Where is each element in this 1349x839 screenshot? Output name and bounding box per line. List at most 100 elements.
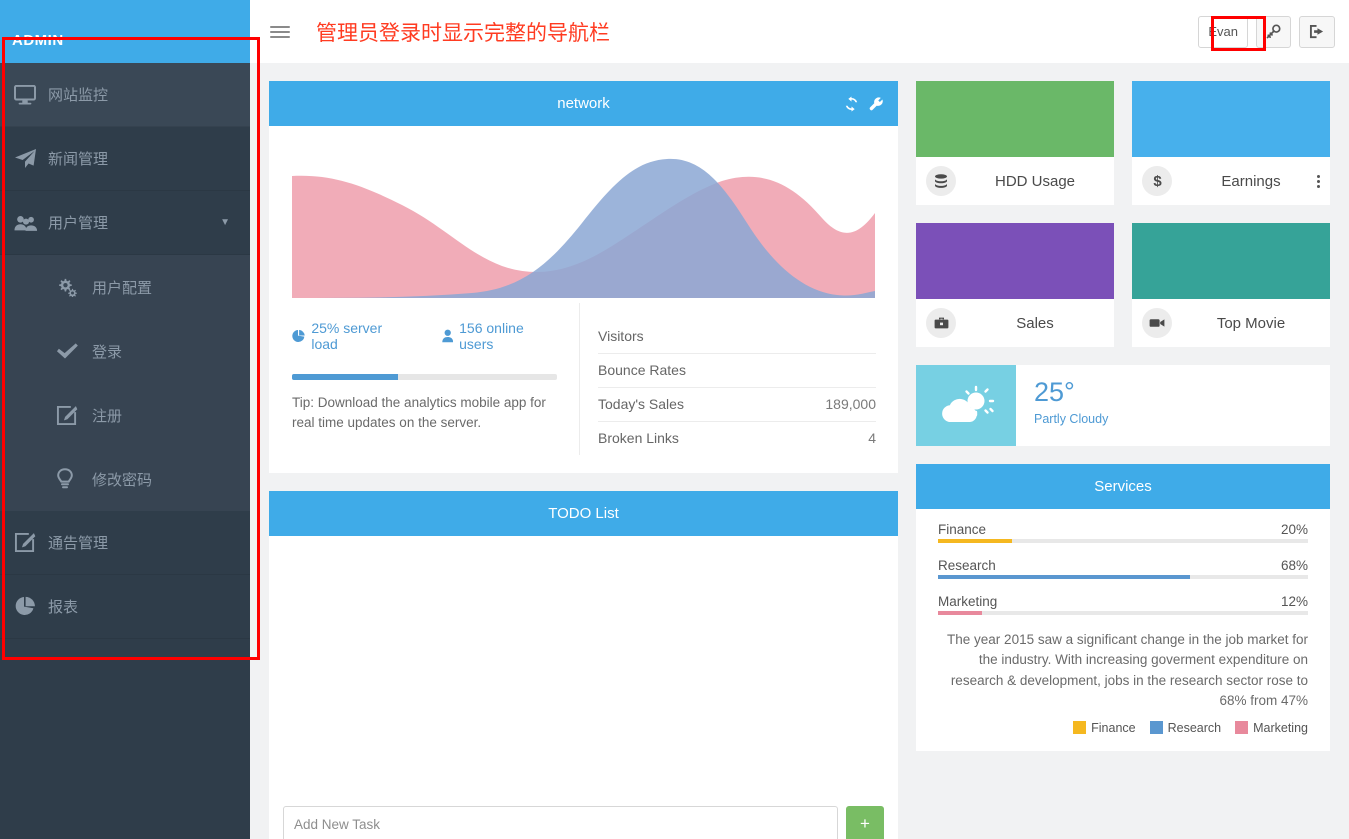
server-load-progress-fill <box>292 374 398 380</box>
network-stat-list: Visitors Bounce Rates Today's Sales 189, <box>598 320 876 455</box>
user-icon <box>441 329 453 343</box>
network-area-chart <box>292 158 875 298</box>
network-panel: network 25% server load 156 online users… <box>269 81 898 473</box>
server-load-label: 25% server load <box>311 320 383 352</box>
service-row-header: Finance 20% <box>938 522 1308 539</box>
sidebar-subnav-user-management: 用户配置 登录 注册 修改密码 <box>0 255 250 511</box>
sidebar: ADMIN 网站监控 新闻管理 用户管理 ▼ 用户配置 登录 注册 修改密码 通… <box>0 0 250 839</box>
services-panel-title: Services <box>1094 478 1152 495</box>
network-stats-right: Visitors Bounce Rates Today's Sales 189, <box>579 303 898 455</box>
network-stats-left: 25% server load 156 online users Tip: Do… <box>269 303 579 455</box>
sidebar-item-site-monitor[interactable]: 网站监控 <box>0 63 250 127</box>
sidebar-subitem-register[interactable]: 注册 <box>0 383 250 447</box>
service-label: Research <box>938 558 996 573</box>
server-load-stat: 25% server load <box>292 320 408 352</box>
sidebar-subitem-user-config[interactable]: 用户配置 <box>0 255 250 319</box>
tile-sales[interactable]: Sales <box>916 223 1114 347</box>
key-icon[interactable] <box>1256 15 1291 48</box>
services-legend: Finance Research Marketing <box>938 721 1308 735</box>
service-progress-fill <box>938 611 983 615</box>
add-task-input[interactable] <box>283 806 838 839</box>
legend-swatch <box>1149 721 1163 734</box>
more-options-icon[interactable] <box>1317 174 1320 188</box>
legend-label: Finance <box>1091 721 1136 735</box>
tile-label: Top Movie <box>1216 314 1286 332</box>
add-task-button[interactable]: + <box>846 806 884 839</box>
todo-panel: TODO List + <box>269 491 898 839</box>
todo-panel-title: TODO List <box>548 505 619 522</box>
sidebar-item-reports[interactable]: 报表 <box>0 575 250 639</box>
tile-color-band <box>1132 223 1330 299</box>
check-icon <box>56 342 92 360</box>
tile-hdd-usage[interactable]: HDD Usage <box>916 81 1114 205</box>
service-percent: 68% <box>1280 558 1308 573</box>
topbar-actions: Evan <box>1198 15 1335 48</box>
sidebar-brand[interactable]: ADMIN <box>0 0 250 63</box>
sidebar-item-label: 通告管理 <box>48 535 109 552</box>
sidebar-brand-label: ADMIN <box>12 32 64 49</box>
stat-label: Today's Sales <box>598 396 684 412</box>
list-item: Visitors <box>598 320 876 354</box>
sidebar-nav: 网站监控 新闻管理 用户管理 ▼ 用户配置 登录 注册 修改密码 通告管理 报表 <box>0 63 250 639</box>
sidebar-item-label: 新闻管理 <box>48 151 109 168</box>
bulb-icon <box>56 468 92 490</box>
network-panel-title: network <box>557 95 610 112</box>
wrench-icon[interactable] <box>869 96 884 111</box>
pie-chart-icon <box>14 596 48 618</box>
database-icon <box>926 166 956 196</box>
services-description: The year 2015 saw a significant change i… <box>947 632 1308 708</box>
services-panel-header: Services <box>916 464 1330 509</box>
stat-tiles: HDD Usage $ Earnings Sales Top Movie <box>916 81 1330 347</box>
edit-icon <box>14 532 48 553</box>
network-quickstats: 25% server load 156 online users <box>292 320 557 352</box>
desktop-icon <box>14 84 48 105</box>
paper-plane-icon <box>14 148 48 169</box>
tile-label: Sales <box>1016 314 1054 332</box>
tile-earnings[interactable]: $ Earnings <box>1132 81 1330 205</box>
service-progress-fill <box>938 575 1190 579</box>
service-label: Finance <box>938 522 987 537</box>
cloud-sun-icon <box>916 365 1016 446</box>
service-row-header: Marketing 12% <box>938 594 1308 611</box>
service-progress-fill <box>938 539 1012 543</box>
legend-label: Research <box>1167 721 1222 735</box>
network-panel-header: network <box>269 81 898 126</box>
list-item: Broken Links 4 <box>598 422 876 455</box>
todo-panel-header: TODO List <box>269 491 898 536</box>
sidebar-subitem-login[interactable]: 登录 <box>0 319 250 383</box>
online-users-label: 156 online users <box>459 320 524 352</box>
sidebar-item-label: 网站监控 <box>48 87 109 104</box>
svg-text:$: $ <box>1153 173 1162 189</box>
todo-add-row: + <box>269 796 898 839</box>
topbar: 管理员登录时显示完整的导航栏 Evan <box>250 0 1349 63</box>
todo-list <box>269 536 898 796</box>
legend-label: Marketing <box>1253 721 1308 735</box>
sidebar-item-user-management[interactable]: 用户管理 ▼ <box>0 191 250 255</box>
tile-color-band <box>916 81 1114 157</box>
sidebar-item-news-management[interactable]: 新闻管理 <box>0 127 250 191</box>
legend-swatch <box>1235 721 1249 734</box>
chevron-down-icon: ▼ <box>220 217 230 228</box>
hamburger-icon[interactable] <box>270 25 290 38</box>
legend-item-marketing: Marketing <box>1235 721 1308 735</box>
service-progress <box>938 539 1308 543</box>
tile-top-movie[interactable]: Top Movie <box>1132 223 1330 347</box>
stat-value: 189,000 <box>825 396 876 412</box>
sidebar-subitem-label: 用户配置 <box>92 279 153 297</box>
tile-color-band <box>916 223 1114 299</box>
server-load-progress <box>292 374 557 380</box>
refresh-icon[interactable] <box>844 96 859 111</box>
tile-footer: $ Earnings <box>1132 157 1330 205</box>
user-button[interactable]: Evan <box>1198 15 1248 48</box>
users-icon <box>14 214 48 232</box>
right-column: HDD Usage $ Earnings Sales Top Movie 25°… <box>916 81 1330 839</box>
sign-out-icon[interactable] <box>1299 15 1335 48</box>
tile-footer: Sales <box>916 299 1114 347</box>
service-row-finance: Finance 20% <box>938 522 1308 543</box>
sidebar-subitem-change-password[interactable]: 修改密码 <box>0 447 250 511</box>
sidebar-item-announcement-management[interactable]: 通告管理 <box>0 511 250 575</box>
sidebar-subitem-label: 注册 <box>92 407 123 425</box>
pie-chart-icon <box>292 329 305 342</box>
network-panel-tools <box>844 96 884 111</box>
service-percent: 20% <box>1280 522 1308 537</box>
